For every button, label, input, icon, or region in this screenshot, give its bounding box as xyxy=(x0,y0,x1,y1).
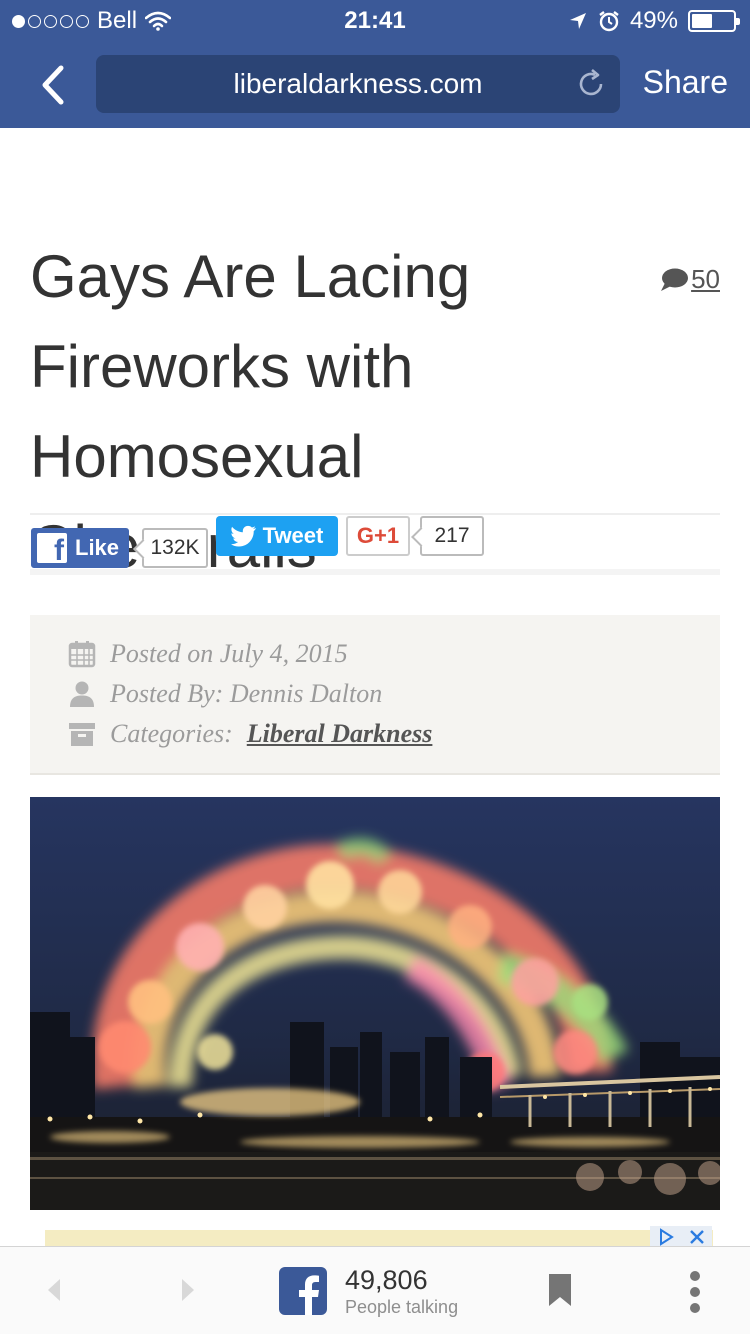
categories-label: Categories: xyxy=(110,719,233,748)
forward-arrow-icon[interactable] xyxy=(172,1275,202,1305)
battery-icon xyxy=(688,10,740,32)
facebook-like-label: Like xyxy=(75,535,120,560)
alarm-clock-icon xyxy=(599,11,619,32)
tweet-label: Tweet xyxy=(262,523,324,548)
categories-row: Categories: Liberal Darkness xyxy=(68,719,432,749)
facebook-like-count: 132K xyxy=(142,528,208,568)
battery-fill xyxy=(692,14,712,28)
comment-count: 50 xyxy=(691,264,720,294)
comment-count-link[interactable]: 50 xyxy=(659,264,720,295)
reload-icon[interactable] xyxy=(574,67,608,101)
twitter-bird-icon xyxy=(230,525,256,547)
post-meta-box: Posted on July 4, 2015 Posted By: Dennis… xyxy=(30,615,720,775)
share-button[interactable]: Share xyxy=(643,64,728,101)
browser-chrome: Bell 21:41 49% liberaldarkness.com Share xyxy=(0,0,750,128)
calendar-icon xyxy=(68,640,96,668)
bottom-toolbar: 49,806 People talking xyxy=(0,1246,750,1334)
facebook-like-button[interactable]: f Like xyxy=(31,528,129,568)
posted-by-text: Posted By: Dennis Dalton xyxy=(110,679,383,708)
tweet-button[interactable]: Tweet xyxy=(216,516,338,556)
title-line: Fireworks with xyxy=(30,333,414,400)
fireworks-photo xyxy=(30,797,720,1210)
google-plus-button[interactable]: G+1 xyxy=(346,516,410,556)
speech-bubble-icon xyxy=(661,268,689,291)
facebook-logo-icon[interactable] xyxy=(279,1267,327,1315)
url-text: liberaldarkness.com xyxy=(233,68,483,99)
address-bar[interactable]: liberaldarkness.com xyxy=(96,55,620,113)
chevron-left-icon xyxy=(42,65,64,105)
facebook-icon: f xyxy=(37,533,67,563)
posted-on-text: Posted on July 4, 2015 xyxy=(110,639,348,668)
title-line: Gays Are Lacing xyxy=(30,243,471,310)
battery-nub xyxy=(736,18,740,25)
google-plus-count: 217 xyxy=(420,516,484,556)
user-icon xyxy=(68,680,96,708)
battery-percent: 49% xyxy=(629,7,678,34)
browser-navbar: liberaldarkness.com Share xyxy=(0,40,750,128)
more-options-icon[interactable] xyxy=(688,1271,702,1313)
article-hero-image xyxy=(30,797,720,1210)
social-share-bar: f Like 132K Tweet G+1 217 xyxy=(30,513,720,575)
ad-choices-icon xyxy=(660,1228,674,1246)
bookmark-icon[interactable] xyxy=(548,1273,572,1307)
people-talking-label: People talking xyxy=(345,1297,459,1317)
back-arrow-icon[interactable] xyxy=(40,1275,70,1305)
back-button[interactable] xyxy=(28,60,78,110)
status-bar: Bell 21:41 49% xyxy=(0,0,750,40)
posted-by-row: Posted By: Dennis Dalton xyxy=(68,679,382,709)
ad-choices[interactable] xyxy=(650,1226,712,1248)
status-right: 49% xyxy=(568,7,740,35)
posted-on-row: Posted on July 4, 2015 xyxy=(68,639,348,669)
location-arrow-icon xyxy=(569,13,586,29)
archive-box-icon xyxy=(68,720,96,748)
close-icon[interactable] xyxy=(689,1229,705,1245)
category-link[interactable]: Liberal Darkness xyxy=(247,719,433,749)
people-talking-count: 49,806 xyxy=(345,1265,428,1295)
